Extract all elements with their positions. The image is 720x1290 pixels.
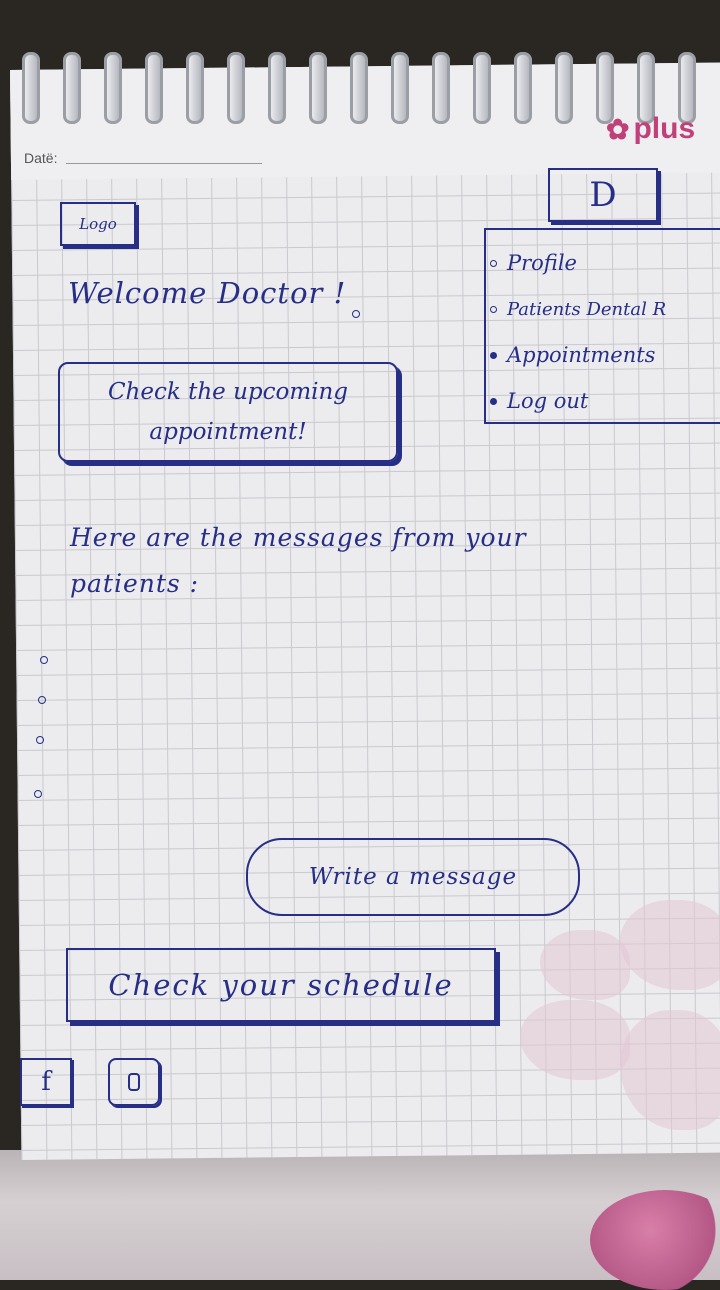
notebook-brand: ✿ plus bbox=[606, 112, 695, 146]
menu-item-profile[interactable]: Profile bbox=[486, 240, 720, 286]
facebook-glyph: f bbox=[41, 1067, 51, 1097]
write-message-button[interactable]: Write a message bbox=[246, 838, 580, 916]
binding-ring bbox=[555, 52, 573, 124]
message-list bbox=[34, 656, 74, 816]
bullet-icon bbox=[490, 305, 497, 313]
binding-ring bbox=[514, 52, 532, 124]
binding-ring bbox=[391, 52, 409, 124]
bullet-icon bbox=[490, 397, 497, 405]
bullet-icon bbox=[490, 259, 497, 267]
menu-item-label: Profile bbox=[507, 251, 577, 275]
binding-ring bbox=[268, 52, 286, 124]
binding-ring bbox=[186, 52, 204, 124]
binding-ring bbox=[432, 52, 450, 124]
profile-menu-button[interactable]: D bbox=[548, 168, 658, 222]
message-list-item[interactable] bbox=[38, 696, 46, 704]
welcome-heading: Welcome Doctor ! bbox=[68, 276, 347, 310]
message-list-item[interactable] bbox=[36, 736, 44, 744]
date-label: Datë: bbox=[24, 150, 58, 166]
bullet-icon bbox=[490, 351, 497, 359]
welcome-dot bbox=[352, 310, 360, 318]
check-schedule-label: Check your schedule bbox=[108, 968, 454, 1002]
write-message-label: Write a message bbox=[308, 864, 518, 890]
menu-item-appointments[interactable]: Appointments bbox=[486, 332, 720, 378]
menu-item-log-out[interactable]: Log out bbox=[486, 378, 720, 424]
binding-ring bbox=[145, 52, 163, 124]
message-list-item[interactable] bbox=[34, 790, 42, 798]
upcoming-button-label: Check the upcoming appointment! bbox=[107, 379, 349, 445]
binding-ring bbox=[350, 52, 368, 124]
menu-item-label: Log out bbox=[507, 389, 589, 413]
binding-ring bbox=[104, 52, 122, 124]
date-line bbox=[66, 163, 262, 164]
check-schedule-button[interactable]: Check your schedule bbox=[66, 948, 496, 1022]
messages-heading: Here are the messages from your patients… bbox=[70, 523, 527, 598]
logo[interactable]: Logo bbox=[60, 202, 136, 246]
binding-ring bbox=[309, 52, 327, 124]
binding-ring bbox=[63, 52, 81, 124]
flower-icon: ✿ bbox=[606, 113, 630, 145]
side-menu: Profile Patients Dental R Appointments L… bbox=[484, 228, 720, 424]
logo-label: Logo bbox=[79, 215, 117, 233]
check-upcoming-appointment-button[interactable]: Check the upcoming appointment! bbox=[58, 362, 398, 462]
binding-ring bbox=[473, 52, 491, 124]
instagram-icon[interactable] bbox=[108, 1058, 160, 1106]
menu-item-label: Appointments bbox=[507, 343, 656, 367]
profile-menu-label: D bbox=[589, 175, 617, 215]
binding-ring bbox=[22, 52, 40, 124]
message-list-item[interactable] bbox=[40, 656, 48, 664]
facebook-icon[interactable]: f bbox=[20, 1058, 72, 1106]
menu-item-label: Patients Dental R bbox=[507, 298, 667, 320]
instagram-lens bbox=[128, 1073, 140, 1091]
menu-item-patients-dental-records[interactable]: Patients Dental R bbox=[486, 286, 720, 332]
binding-ring bbox=[227, 52, 245, 124]
brand-text: plus bbox=[633, 112, 696, 145]
